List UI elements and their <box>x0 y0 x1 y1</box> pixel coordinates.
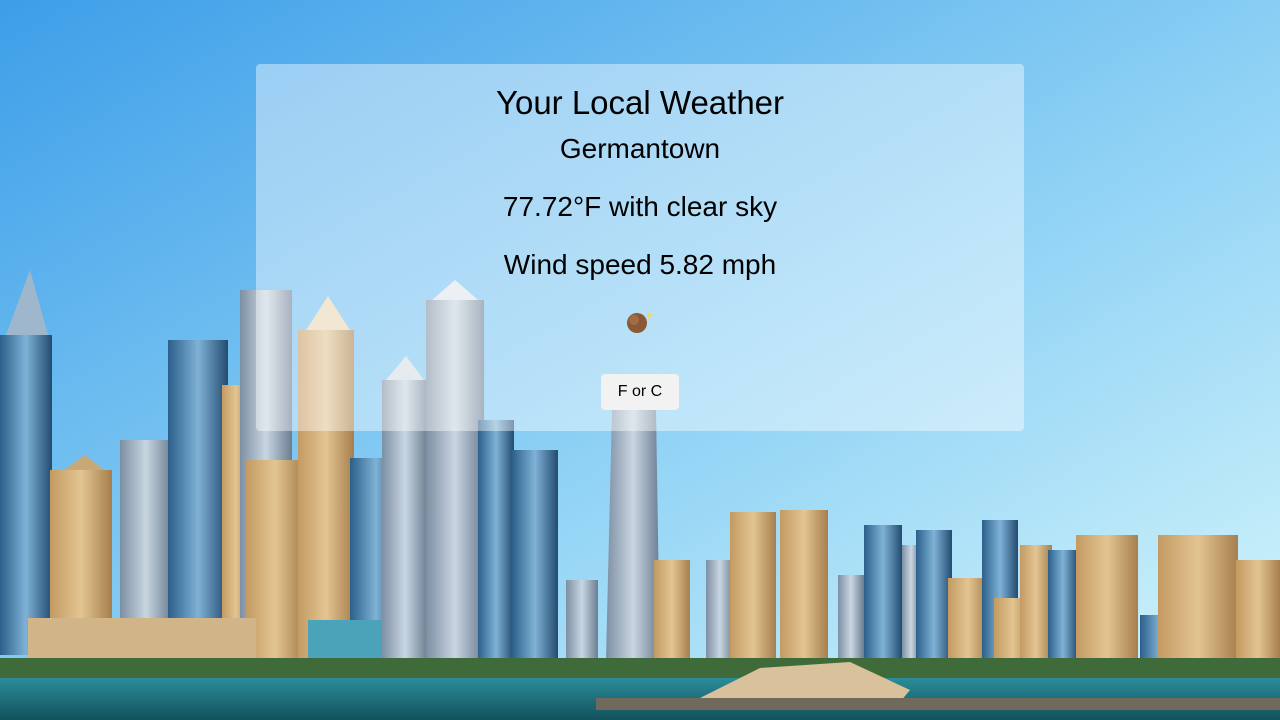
weather-icon-container <box>256 310 1024 334</box>
page-title: Your Local Weather <box>495 84 785 121</box>
temperature-text: 77.72°F with clear sky <box>502 191 778 222</box>
weather-card: Your Local Weather Germantown 77.72°F wi… <box>256 64 1024 431</box>
city-name: Germantown <box>559 133 721 164</box>
clear-sky-icon <box>627 310 654 333</box>
unit-toggle-button[interactable]: F or C <box>601 374 679 410</box>
wind-speed-text: Wind speed 5.82 mph <box>503 249 777 280</box>
